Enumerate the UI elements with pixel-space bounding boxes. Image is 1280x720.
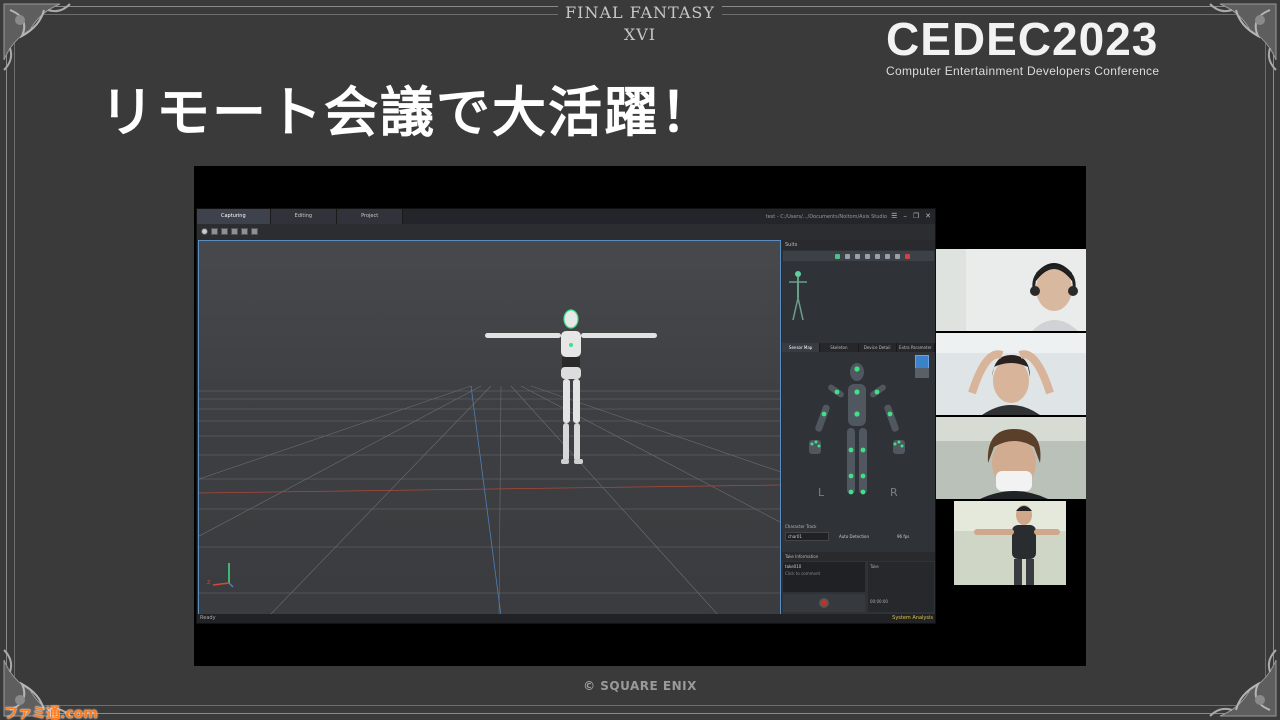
- app-statusbar: Ready System Analysis: [197, 614, 935, 623]
- take-detail: Take 00:00:00: [868, 562, 934, 612]
- tab-device-detail[interactable]: Device Detail: [859, 343, 897, 352]
- tab-capturing[interactable]: Capturing: [197, 209, 271, 224]
- ornament-corner-icon: [0, 0, 96, 96]
- toolbar-button-icon[interactable]: [241, 227, 248, 235]
- video-participants: [936, 249, 1086, 585]
- floor-grid-icon: [199, 309, 780, 614]
- take-detail-label: Take: [870, 564, 879, 569]
- take-list[interactable]: take010 Click to comment: [783, 562, 865, 592]
- mocap-app-window: Capturing Editing Project test - C:/User…: [196, 208, 936, 624]
- panel-tabs: Sensor Map Skeleton Device Detail Extra …: [782, 343, 935, 352]
- minimize-icon[interactable]: –: [903, 209, 907, 224]
- participant-video-2[interactable]: [936, 333, 1086, 415]
- character-select[interactable]: char01: [785, 532, 829, 541]
- participant-video-3[interactable]: [936, 417, 1086, 499]
- toolbar-button-icon[interactable]: [221, 227, 228, 235]
- tool-icon[interactable]: [875, 253, 880, 259]
- copyright-text: © SQUARE ENIX: [583, 679, 697, 693]
- menu-icon[interactable]: ☰: [891, 209, 897, 224]
- game-title: FINAL FANTASY XVI: [558, 2, 722, 44]
- character-track-section: Character Track char01 Auto Detection 96…: [782, 524, 935, 548]
- toolbar-button-icon[interactable]: [231, 227, 238, 235]
- axis-gizmo-icon: [212, 563, 234, 588]
- panel-toolbar: [783, 251, 934, 261]
- view-toggle-button[interactable]: [915, 368, 929, 378]
- slide-headline: リモート会議で大活躍！: [100, 81, 716, 144]
- toolbar-button-icon[interactable]: [211, 227, 218, 235]
- tool-icon[interactable]: [855, 253, 860, 259]
- conference-logo-text: CEDEC2023: [886, 13, 1159, 65]
- tab-extra-parameter[interactable]: Extra Parameter: [897, 343, 935, 352]
- toolbar-button-icon[interactable]: [251, 227, 258, 235]
- take-comment[interactable]: Click to comment: [785, 571, 863, 576]
- presentation-slide: FINAL FANTASY XVI CEDEC2023 Computer Ent…: [0, 0, 1280, 720]
- meeting-screenshot: Capturing Editing Project test - C:/User…: [194, 166, 1086, 666]
- take-information-header: Take Information: [782, 552, 935, 561]
- auto-detection-label[interactable]: Auto Detection: [836, 532, 880, 541]
- status-indicator: System Analysis: [892, 615, 933, 621]
- character-track-label: Character Track: [785, 524, 817, 529]
- tab-sensor-map[interactable]: Sensor Map: [782, 343, 821, 352]
- tool-icon[interactable]: [895, 253, 900, 259]
- ornament-corner-icon: [1184, 624, 1280, 720]
- suits-panel: Suits Sensor Map Skeleton Device Detail …: [782, 240, 935, 614]
- frame-rate-label[interactable]: 96 fps: [894, 532, 932, 541]
- record-control: [783, 594, 865, 612]
- suit-thumbnail-icon[interactable]: [786, 266, 810, 326]
- record-mode-icon[interactable]: [201, 227, 208, 235]
- tool-icon[interactable]: [885, 253, 890, 259]
- conference-subtitle: Computer Entertainment Developers Confer…: [886, 64, 1160, 78]
- power-icon[interactable]: [905, 253, 910, 259]
- tab-editing[interactable]: Editing: [270, 209, 338, 224]
- robot-avatar: [485, 309, 657, 464]
- take-time: 00:00:00: [870, 599, 888, 604]
- connect-icon[interactable]: [835, 253, 840, 259]
- tool-icon[interactable]: [845, 253, 850, 259]
- right-side-label: R: [890, 486, 898, 499]
- left-side-label: L: [818, 486, 825, 499]
- panel-header: Suits: [782, 240, 935, 250]
- status-text: Ready: [200, 615, 216, 621]
- app-toolbar: [197, 224, 935, 238]
- tab-project[interactable]: Project: [337, 209, 404, 224]
- file-path: test - C:/Users/.../Documents/Noitom/Axi…: [765, 213, 888, 220]
- maximize-icon[interactable]: ❐: [913, 209, 919, 224]
- take-name[interactable]: take010: [785, 564, 863, 569]
- tool-icon[interactable]: [865, 253, 870, 259]
- axis-label: Z: [207, 580, 211, 586]
- participant-video-1[interactable]: [936, 249, 1086, 331]
- tab-skeleton[interactable]: Skeleton: [820, 343, 859, 352]
- close-icon[interactable]: ✕: [925, 209, 931, 224]
- app-titlebar: Capturing Editing Project test - C:/User…: [197, 209, 935, 224]
- 3d-viewport[interactable]: Z: [198, 240, 781, 615]
- watermark-logo: ファミ通.com: [4, 706, 98, 720]
- record-button[interactable]: [819, 598, 829, 608]
- conference-logo: CEDEC2023 Computer Entertainment Develop…: [886, 14, 1216, 84]
- window-controls: ☰ – ❐ ✕: [891, 209, 931, 224]
- participant-video-4[interactable]: [954, 501, 1066, 585]
